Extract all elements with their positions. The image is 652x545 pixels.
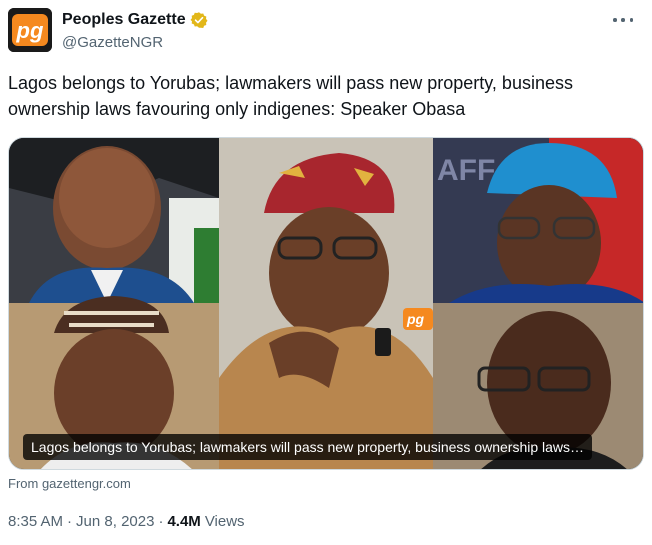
- tweet-meta: 8:35 AM · Jun 8, 2023 · 4.4M Views: [8, 512, 245, 532]
- meta-separator: ·: [158, 513, 164, 530]
- views-label: Views: [204, 513, 245, 530]
- collage-image: pg peoples gazette AFF: [9, 138, 643, 469]
- link-card[interactable]: pg peoples gazette AFF: [8, 137, 644, 470]
- avatar[interactable]: pg: [8, 8, 52, 52]
- more-dot: [621, 18, 625, 22]
- svg-text:pg: pg: [16, 18, 44, 43]
- tweet-text: Lagos belongs to Yorubas; lawmakers will…: [8, 73, 573, 119]
- tweet-header: pg Peoples Gazette @GazetteNGR: [8, 8, 644, 56]
- more-dot: [613, 18, 617, 22]
- more-dots-icon[interactable]: [610, 10, 636, 30]
- user-handle[interactable]: @GazetteNGR: [62, 33, 163, 53]
- svg-text:pg: pg: [406, 311, 425, 327]
- verified-badge-icon[interactable]: [190, 11, 208, 29]
- photo-panel-top-left: [9, 138, 219, 303]
- meta-separator: ·: [67, 513, 73, 530]
- photo-panel-top-right: AFF: [433, 138, 643, 303]
- peoples-gazette-logo: pg: [8, 8, 52, 52]
- card-source[interactable]: From gazettengr.com: [8, 475, 131, 493]
- views-count: 4.4M: [167, 513, 201, 530]
- display-name[interactable]: Peoples Gazette: [62, 10, 186, 30]
- name-row: Peoples Gazette: [62, 10, 208, 30]
- more-dot: [629, 18, 633, 22]
- card-caption: Lagos belongs to Yorubas; lawmakers will…: [23, 434, 593, 460]
- svg-text:AFF: AFF: [437, 154, 495, 187]
- tweet-date[interactable]: Jun 8, 2023: [76, 512, 154, 532]
- tweet-time[interactable]: 8:35 AM: [8, 512, 63, 532]
